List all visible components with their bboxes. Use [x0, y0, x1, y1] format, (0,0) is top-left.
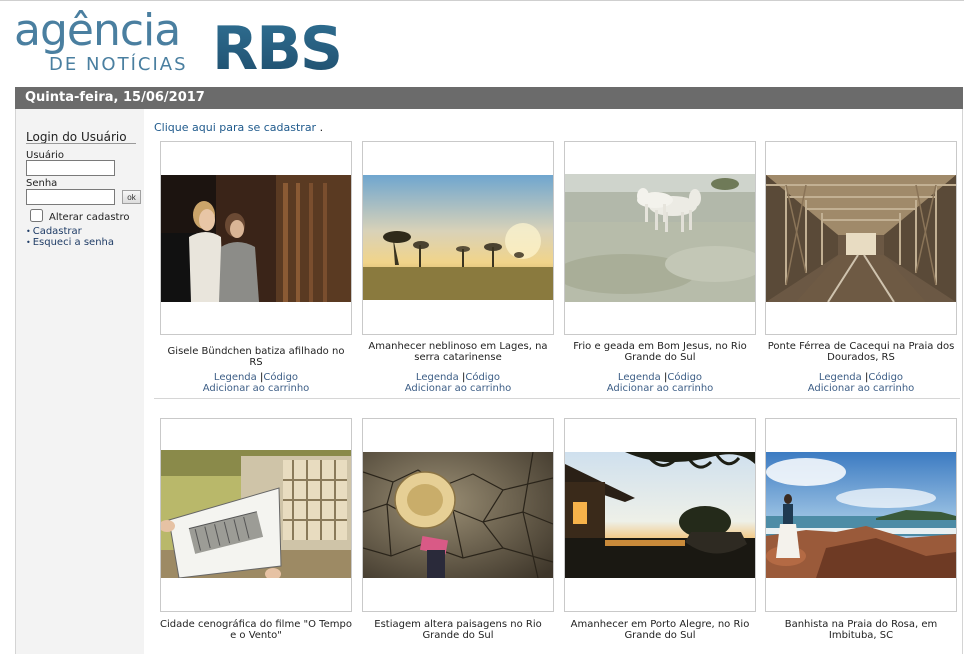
photo-caption: Estiagem altera paisagens no Rio Grande …	[374, 619, 542, 641]
current-date: Quinta-feira, 15/06/2017	[25, 90, 205, 105]
top-border	[0, 0, 964, 1]
porto-alegre-photo[interactable]	[565, 452, 755, 578]
add-to-cart-link[interactable]: Adicionar ao carrinho	[607, 383, 714, 394]
set-photo[interactable]	[161, 450, 351, 578]
photo-caption: Gisele Bündchen batiza afilhado no RS	[167, 346, 345, 368]
login-title: Login do Usuário	[26, 130, 127, 144]
beach-photo[interactable]	[766, 452, 956, 578]
code-link[interactable]: Código	[868, 372, 903, 383]
photo-caption: Amanhecer neblinoso em Lages, na serra c…	[368, 341, 548, 363]
photo-links: Legenda |Código Adicionar ao carrinho	[606, 372, 714, 394]
forgot-password-link[interactable]: • Esqueci a senha	[26, 237, 114, 248]
code-link[interactable]: Código	[465, 372, 500, 383]
update-profile-label: Alterar cadastro	[49, 212, 130, 223]
register-link-label: Cadastrar	[32, 226, 82, 237]
caption-link[interactable]: Legenda	[416, 372, 459, 383]
caption-link[interactable]: Legenda	[819, 372, 862, 383]
login-ok-button[interactable]: ok	[122, 190, 141, 204]
photo-links: Legenda |Código Adicionar ao carrinho	[807, 372, 915, 394]
password-input[interactable]	[26, 189, 115, 205]
logo-word-noticias: DE NOTÍCIAS	[49, 54, 188, 75]
lages-photo[interactable]	[363, 175, 553, 300]
code-link[interactable]: Código	[667, 372, 702, 383]
logo-word-rbs: RBS	[212, 14, 343, 84]
photo-links: Legenda |Código Adicionar ao carrinho	[404, 372, 512, 394]
register-prompt: Clique aqui para se cadastrar .	[154, 121, 323, 134]
photo-caption: Banhista na Praia do Rosa, em Imbituba, …	[784, 619, 938, 641]
register-link[interactable]: • Cadastrar	[26, 226, 82, 237]
register-prompt-link[interactable]: Clique aqui para se cadastrar	[154, 121, 316, 134]
register-prompt-suffix: .	[316, 121, 324, 134]
photo-caption: Ponte Férrea de Cacequi na Praia dos Dou…	[767, 341, 955, 363]
add-to-cart-link[interactable]: Adicionar ao carrinho	[405, 383, 512, 394]
gisele-photo[interactable]	[161, 175, 351, 302]
bullet-icon: •	[26, 238, 31, 247]
bullet-icon: •	[26, 227, 31, 236]
code-link[interactable]: Código	[263, 372, 298, 383]
update-profile-checkbox[interactable]	[30, 209, 43, 222]
photo-links: Legenda |Código Adicionar ao carrinho	[202, 372, 310, 394]
photo-caption: Amanhecer em Porto Alegre, no Rio Grande…	[570, 619, 750, 641]
add-to-cart-link[interactable]: Adicionar ao carrinho	[808, 383, 915, 394]
drought-photo[interactable]	[363, 452, 553, 578]
photo-caption: Cidade cenográfica do filme "O Tempo e o…	[160, 619, 352, 641]
caption-link[interactable]: Legenda	[618, 372, 661, 383]
date-bar: Quinta-feira, 15/06/2017	[15, 87, 963, 109]
row-divider	[154, 398, 960, 399]
add-to-cart-link[interactable]: Adicionar ao carrinho	[203, 383, 310, 394]
horses-photo[interactable]	[565, 174, 755, 302]
logo-word-agencia: agência	[14, 5, 181, 56]
password-label: Senha	[26, 178, 58, 189]
bridge-photo[interactable]	[766, 175, 956, 302]
photo-caption: Frio e geada em Bom Jesus, no Rio Grande…	[573, 341, 747, 363]
forgot-password-label: Esqueci a senha	[32, 237, 115, 248]
username-input[interactable]	[26, 160, 115, 176]
agencia-rbs-logo[interactable]: agência DE NOTÍCIAS RBS	[14, 5, 354, 84]
login-title-divider	[26, 143, 136, 144]
caption-link[interactable]: Legenda	[214, 372, 257, 383]
